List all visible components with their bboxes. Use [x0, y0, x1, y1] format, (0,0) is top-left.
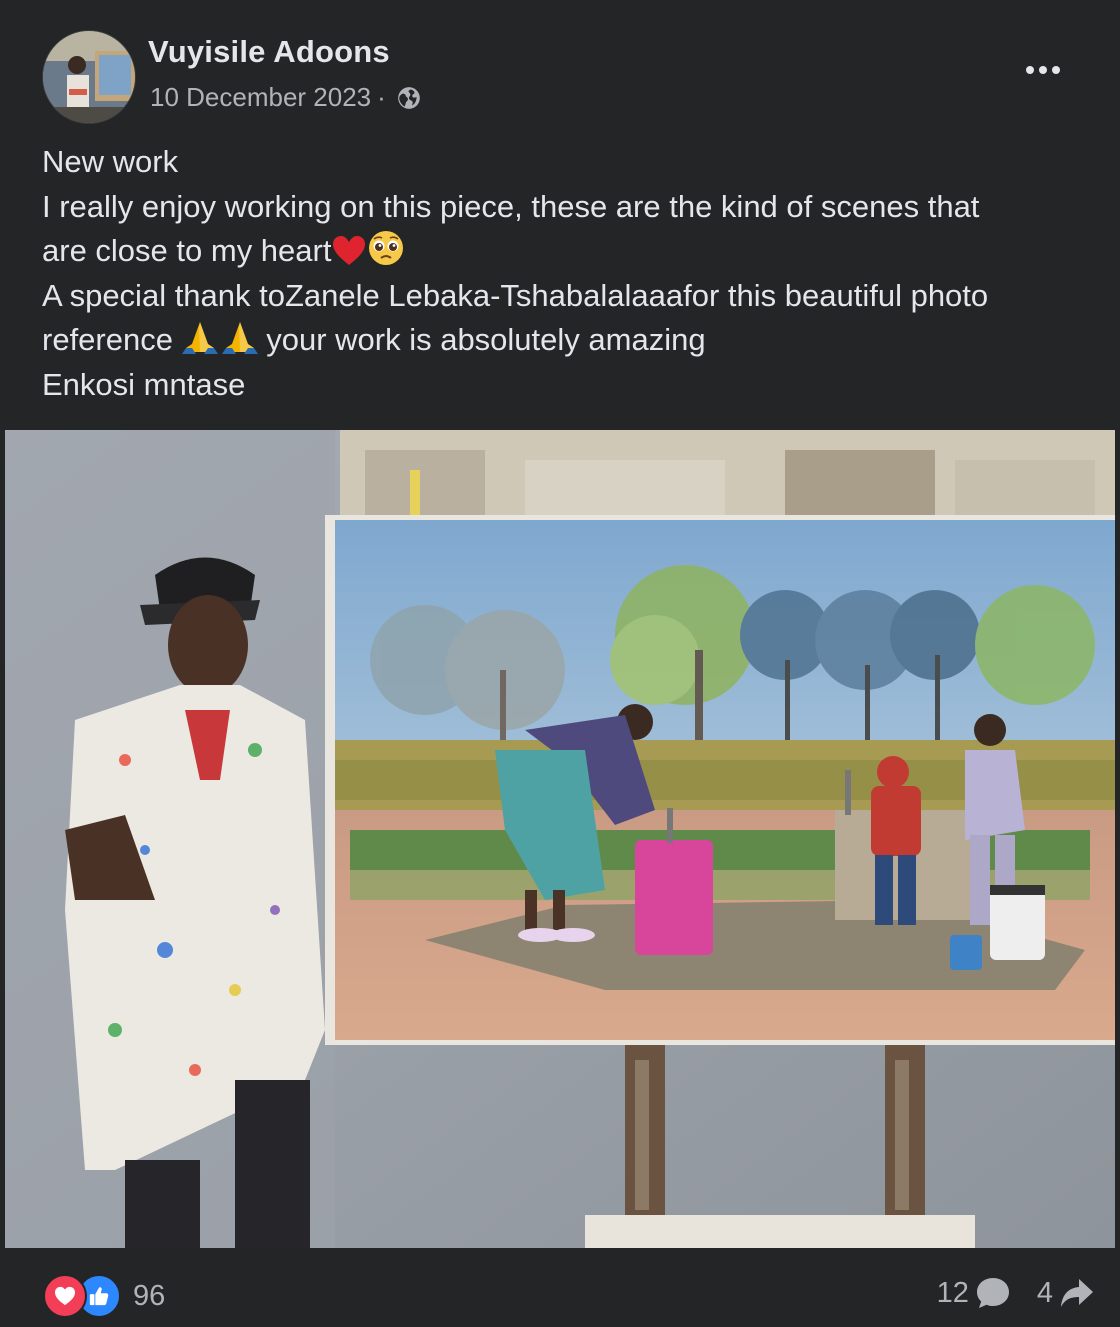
post-footer: 96 12 4	[5, 1248, 1115, 1327]
post-text: New work I really enjoy working on this …	[42, 140, 1082, 408]
post-photo[interactable]	[5, 430, 1115, 1248]
reaction-count: 96	[133, 1279, 166, 1312]
text-line-5-text: reference	[42, 322, 173, 358]
text-line-5-rest: your work is absolutely amazing	[266, 322, 706, 358]
author-avatar[interactable]	[42, 30, 136, 124]
more-options-icon[interactable]	[1021, 55, 1065, 85]
shares-stat[interactable]: 4	[1037, 1277, 1095, 1310]
text-line-4: A special thank toZanele Lebaka-Tshabala…	[42, 277, 989, 313]
red-heart-emoji-icon	[333, 236, 366, 266]
text-line-3: are close to my heart	[42, 229, 1082, 274]
comments-stat[interactable]: 12	[937, 1276, 1011, 1310]
comment-count: 12	[936, 1276, 969, 1309]
engagement-stats: 12 4	[911, 1276, 1095, 1310]
text-line-2: I really enjoy working on this piece, th…	[42, 188, 980, 224]
meta-separator: ·	[377, 82, 386, 112]
share-count: 4	[1036, 1276, 1053, 1309]
artist-with-painting-image	[5, 430, 1115, 1248]
text-line-1: New work	[42, 144, 179, 179]
text-line-6: Enkosi mntase	[42, 366, 246, 402]
pleading-face-emoji-icon	[369, 231, 404, 266]
facebook-post: Vuyisile Adoons 10 December 2023 · New w…	[5, 0, 1115, 1327]
globe-icon[interactable]	[396, 85, 422, 111]
avatar-image	[43, 31, 135, 123]
post-meta: 10 December 2023 ·	[150, 82, 422, 113]
reactions-summary[interactable]: 96	[43, 1274, 165, 1318]
post-date[interactable]: 10 December 2023	[150, 82, 371, 113]
text-line-3-text: are close to my heart	[42, 233, 332, 269]
love-icon	[43, 1274, 87, 1318]
folded-hands-emoji-icon	[181, 322, 258, 355]
share-icon	[1061, 1279, 1093, 1307]
comment-icon	[976, 1278, 1009, 1308]
text-line-5: reference your work is absolutely amazin…	[42, 318, 1082, 363]
author-name[interactable]: Vuyisile Adoons	[148, 34, 390, 70]
